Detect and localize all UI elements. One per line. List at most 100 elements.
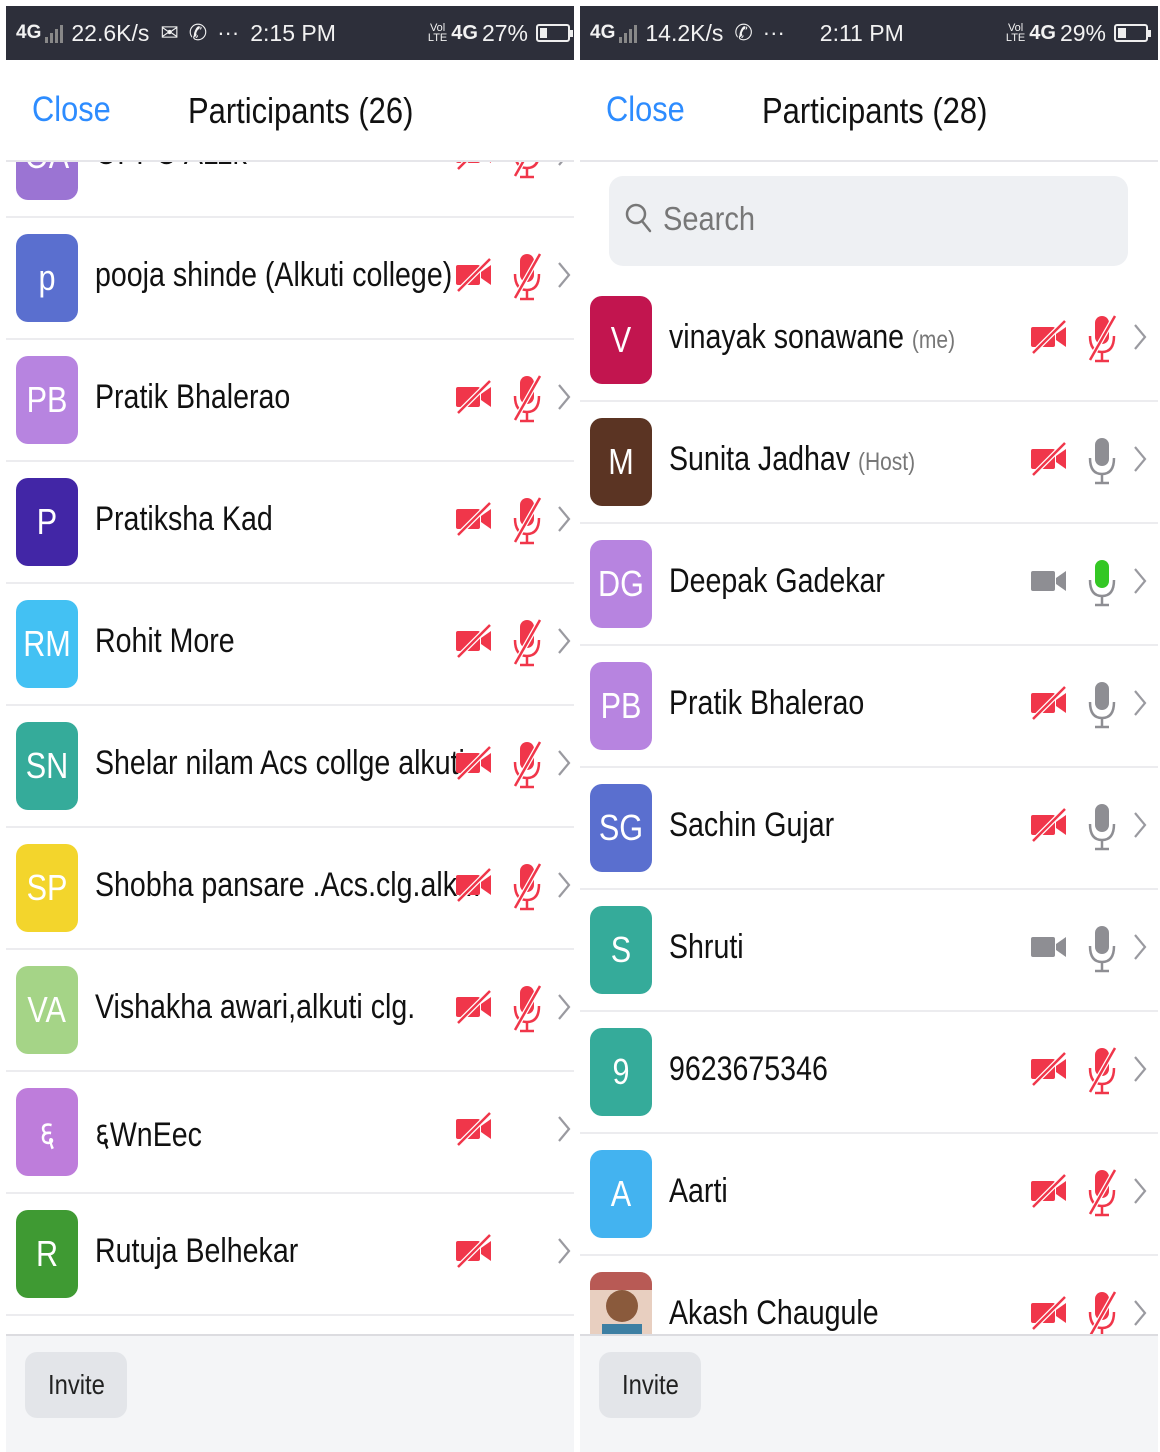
- avatar: PB: [16, 356, 78, 444]
- footer: Invite: [580, 1334, 1158, 1452]
- avatar: RM: [16, 600, 78, 688]
- avatar: ६: [16, 1088, 78, 1176]
- mic-muted-icon: [512, 862, 543, 911]
- participant-row[interactable]: Vvinayak sonawane (me): [580, 280, 1158, 402]
- participant-row[interactable]: ६ ६WnEec: [6, 1072, 580, 1194]
- participant-row[interactable]: M Sunita Jadhav (Host): [580, 402, 1158, 524]
- right-screen: 4G 14.2K/s ✆ ··· 2:11 PM Vol LTE 4G 29% C…: [580, 0, 1158, 1452]
- video-off-icon: [1031, 1296, 1067, 1330]
- avatar: SP: [16, 844, 78, 932]
- chevron-right-icon: [558, 628, 571, 654]
- participant-name-text: Sunita Jadhav: [669, 440, 851, 478]
- battery-icon: [1114, 24, 1151, 42]
- role-tag: (me): [911, 326, 956, 354]
- participant-row[interactable]: VA Vishakha awari,alkuti clg.: [6, 950, 580, 1072]
- participant-row[interactable]: PB Pratik Bhalerao: [6, 340, 580, 462]
- page-title: Participants (28): [762, 90, 988, 131]
- avatar-initials: PB: [600, 685, 642, 726]
- chevron-right-icon: [1134, 568, 1147, 594]
- chevron-right-icon: [1134, 690, 1147, 716]
- message-icon: ✉: [160, 20, 179, 45]
- avatar: 9: [590, 1028, 652, 1116]
- participant-row[interactable]: SP Shobha pansare .Acs.clg.alk...: [6, 828, 580, 950]
- battery-fill: [1118, 28, 1126, 38]
- video-off-icon: [1031, 1052, 1067, 1086]
- status-right: Vol LTE 4G 29%: [1006, 20, 1151, 47]
- participant-row[interactable]: 9 9623675346: [580, 1012, 1158, 1134]
- mic-muted-icon: [512, 162, 539, 179]
- participant-row[interactable]: S Shruti: [580, 890, 1158, 1012]
- participant-name: Shruti: [669, 928, 744, 967]
- avatar: [590, 1272, 652, 1334]
- participant-row[interactable]: SG Sachin Gujar: [580, 768, 1158, 890]
- status-right: Vol LTE 4G 27%: [427, 20, 573, 47]
- chevron-right-icon: [558, 162, 563, 166]
- video-off-icon: [456, 1234, 492, 1268]
- participant-name-text: Pratik Bhalerao: [95, 378, 291, 416]
- avatar-initials: P: [36, 501, 58, 542]
- avatar-initials: SN: [25, 745, 69, 786]
- participant-name-text: pooja shinde (Alkuti college): [95, 256, 453, 294]
- search-icon: [625, 203, 652, 233]
- participant-row[interactable]: PB Pratik Bhalerao: [580, 646, 1158, 768]
- chevron-right-icon: [1134, 1056, 1147, 1082]
- video-off-icon: [456, 380, 492, 414]
- video-off-icon: [456, 868, 492, 902]
- chevron-right-icon: [558, 994, 571, 1020]
- video-on-icon: [1031, 571, 1066, 591]
- participant-list[interactable]: OA OPPO A11k p pooja shinde (Alkuti college…: [6, 162, 580, 1334]
- status-bar: 4G 22.6K/s ✉ ✆ ··· 2:15 PM Vol LTE 4G 27%: [6, 6, 580, 60]
- participant-row[interactable]: p pooja shinde (Alkuti college): [6, 218, 580, 340]
- search-input[interactable]: Search: [609, 176, 1128, 266]
- mic-muted-icon: [1087, 1046, 1118, 1095]
- clock: 2:11 PM: [819, 19, 904, 46]
- avatar: S: [590, 906, 652, 994]
- avatar: SG: [590, 784, 652, 872]
- participant-name-text: Shelar nilam Acs collge alkuti: [95, 744, 465, 782]
- mic-muted-icon: [1088, 1290, 1118, 1334]
- invite-button[interactable]: Invite: [599, 1352, 701, 1418]
- network-4g: 4G: [451, 21, 478, 44]
- mic-muted-icon: [512, 496, 543, 545]
- video-off-icon: [456, 162, 491, 170]
- participant-row[interactable]: R Rutuja Belhekar: [6, 1194, 580, 1316]
- participant-row[interactable]: A Aarti: [580, 1134, 1158, 1256]
- participant-name-text: Pratik Bhalerao: [669, 684, 865, 722]
- participant-name-text: ६WnEec: [95, 1116, 202, 1154]
- mic-muted-icon: [512, 618, 543, 667]
- avatar-photo: [590, 1272, 652, 1334]
- net-speed: 22.6K/s: [71, 19, 150, 46]
- chevron-right-icon: [558, 262, 571, 288]
- footer: Invite: [6, 1334, 580, 1452]
- chevron-right-icon: [1134, 812, 1147, 838]
- participant-list[interactable]: Search Vvinayak sonawane (me) M Sunita Jad…: [580, 162, 1158, 1334]
- participant-row[interactable]: OA OPPO A11k: [6, 162, 580, 218]
- chevron-right-icon: [558, 750, 571, 776]
- mic-muted-icon: [512, 252, 543, 301]
- participant-name: Shobha pansare .Acs.clg.alk...: [95, 866, 481, 905]
- net-speed: 14.2K/s: [645, 19, 724, 46]
- mic-speaking-icon: [1088, 560, 1116, 607]
- participant-row[interactable]: DG Deepak Gadekar: [580, 524, 1158, 646]
- volte-icon: Vol LTE: [427, 22, 448, 44]
- close-button[interactable]: Close: [32, 90, 111, 130]
- chevron-right-icon: [558, 872, 571, 898]
- participant-row[interactable]: Akash Chaugule: [580, 1256, 1158, 1334]
- participant-row[interactable]: P Pratiksha Kad: [6, 462, 580, 584]
- participant-name: Akash Chaugule: [669, 1294, 879, 1333]
- whatsapp-icon: ✆: [734, 20, 753, 45]
- participant-name-text: Vishakha awari,alkuti clg.: [95, 988, 416, 1026]
- page-title: Participants (26): [188, 90, 414, 131]
- chevron-right-icon: [1134, 446, 1147, 472]
- participant-row[interactable]: RM Rohit More: [6, 584, 580, 706]
- avatar-initials: M: [608, 441, 634, 482]
- avatar: PB: [590, 662, 652, 750]
- chevron-right-icon: [558, 506, 571, 532]
- avatar-initials: V: [610, 319, 632, 360]
- participant-name: Vishakha awari,alkuti clg.: [95, 988, 415, 1027]
- close-button[interactable]: Close: [606, 90, 685, 130]
- participant-row[interactable]: SN Shelar nilam Acs collge alkuti: [6, 706, 580, 828]
- participant-name-text: vinayak sonawane: [669, 318, 904, 356]
- network-type: 4G: [16, 22, 42, 43]
- invite-button[interactable]: Invite: [25, 1352, 127, 1418]
